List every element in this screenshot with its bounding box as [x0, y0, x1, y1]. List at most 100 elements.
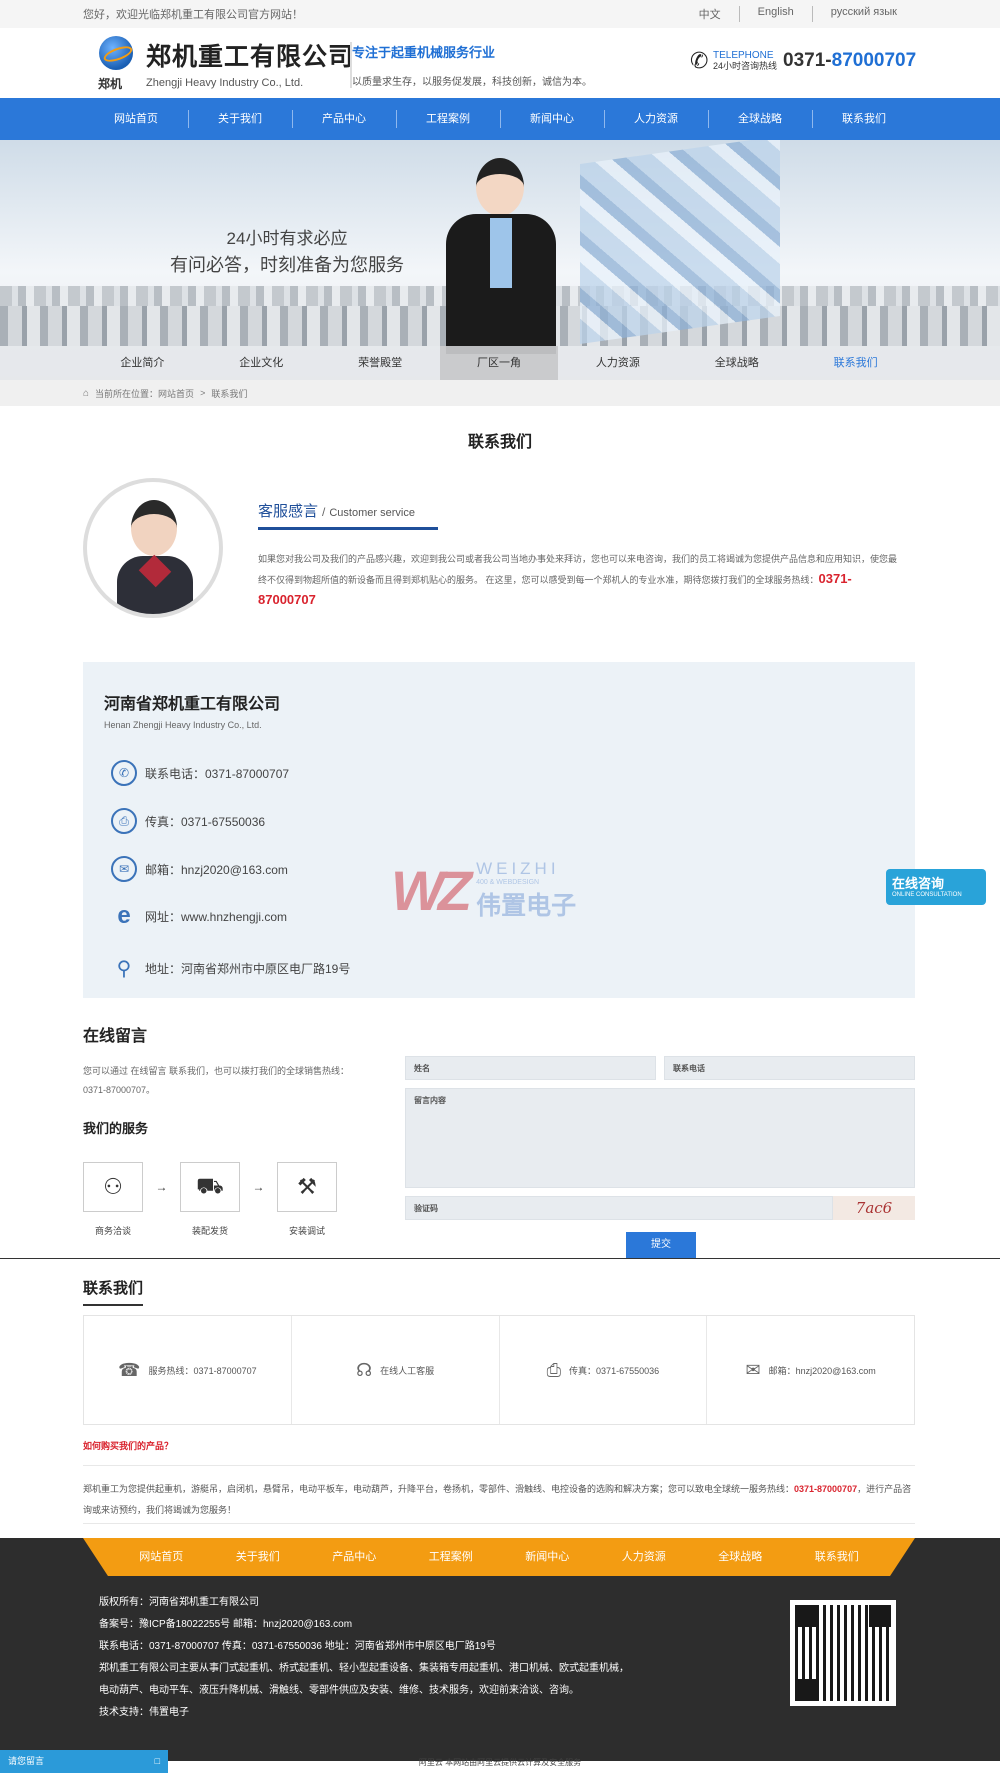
subnav-hr[interactable]: 人力资源 — [558, 346, 677, 380]
contact-card-online-service[interactable]: ☊ 在线人工客服 — [290, 1316, 499, 1424]
chat-minimize-icon[interactable]: □ — [155, 1750, 160, 1773]
subnav-global[interactable]: 全球战略 — [677, 346, 796, 380]
headset-icon: ☊ — [356, 1359, 373, 1380]
nav-about[interactable]: 关于我们 — [188, 98, 292, 140]
people-icon: ⚇ — [83, 1162, 143, 1212]
language-switcher: 中文 English русский язык — [681, 6, 915, 22]
phone-icon: ☎ — [118, 1359, 141, 1380]
company-full-name: 河南省郑机重工有限公司 — [104, 696, 281, 713]
subnav-intro[interactable]: 企业简介 — [83, 346, 202, 380]
hotline-number: 0371-87000707 — [783, 50, 917, 71]
site-header: 郑机 郑机重工有限公司 Zhengji Heavy Industry Co., … — [0, 28, 1000, 98]
footer-nav-about[interactable]: 关于我们 — [210, 1538, 307, 1576]
company-name-en: Zhengji Heavy Industry Co., Ltd. — [146, 77, 304, 89]
captcha-input[interactable]: 验证码 — [405, 1196, 833, 1220]
footer-nav-global[interactable]: 全球战略 — [692, 1538, 789, 1576]
company-contact-box: 河南省郑机重工有限公司 Henan Zhengji Heavy Industry… — [83, 662, 915, 998]
header-hotline: ✆ TELEPHONE 24小时咨询热线 0371-87000707 — [690, 48, 917, 73]
lang-english-link[interactable]: English — [738, 6, 812, 22]
weizhi-watermark: WZ WEIZHI 400 & WEBDESIGN 伟置电子 — [391, 859, 577, 922]
breadcrumb: ⌂ 当前所在位置：网站首页 > 联系我们 — [0, 380, 1000, 406]
submit-button[interactable]: 提交 — [626, 1232, 696, 1258]
nav-hr[interactable]: 人力资源 — [604, 98, 708, 140]
fax-icon: ⎙ — [111, 808, 137, 834]
company-name: 郑机重工有限公司 — [146, 43, 355, 71]
content-textarea[interactable]: 留言内容 — [405, 1088, 915, 1188]
message-intro: 您可以通过 在线留言 联系我们，也可以拨打我们的全球销售热线：0371-8700… — [83, 1066, 350, 1095]
footer-nav-products[interactable]: 产品中心 — [306, 1538, 403, 1576]
subnav-contact[interactable]: 联系我们 — [796, 346, 915, 380]
tech-support[interactable]: 技术支持：伟置电子 — [99, 1702, 629, 1724]
hero-banner: 24小时有求必应 有问必答，时刻准备为您服务 企业简介 企业文化 荣誉殿堂 厂区… — [0, 140, 1000, 380]
contact-email-row: ✉ 邮箱：hnzj2020@163.com — [111, 856, 288, 882]
mail-icon: ✉ — [745, 1359, 761, 1380]
lang-russian-link[interactable]: русский язык — [811, 6, 915, 22]
mail-icon: ✉ — [111, 856, 137, 882]
phone-icon: ✆ — [690, 48, 709, 73]
banner-text: 24小时有求必应 有问必答，时刻准备为您服务 — [170, 229, 404, 275]
ie-icon: e — [117, 902, 131, 929]
online-message-section: 在线留言 您可以通过 在线留言 联系我们，也可以拨打我们的全球销售热线：0371… — [0, 998, 1000, 1258]
breadcrumb-home-link[interactable]: 当前所在位置：网站首页 — [95, 387, 194, 400]
message-form: 姓名 联系电话 留言内容 验证码 7ac6 提交 — [405, 1056, 915, 1258]
products-description: 郑机重工为您提供起重机，游艇吊，启闭机，悬臂吊，电动平板车，电动葫芦，升降平台，… — [83, 1484, 912, 1515]
footer-nav-cases[interactable]: 工程案例 — [403, 1538, 500, 1576]
footer-nav-hr[interactable]: 人力资源 — [596, 1538, 693, 1576]
customer-service-section: 客服感言 / Customer service 如果您对我公司及我们的产品感兴趣… — [0, 452, 1000, 662]
breadcrumb-separator: > — [200, 388, 206, 398]
message-title: 在线留言 — [83, 1028, 148, 1045]
site-logo[interactable]: 郑机 郑机重工有限公司 Zhengji Heavy Industry Co., … — [96, 34, 354, 92]
services-title: 我们的服务 — [83, 1121, 149, 1136]
qr-code — [790, 1600, 896, 1706]
phone-input[interactable]: 联系电话 — [664, 1056, 915, 1080]
service-avatar — [83, 478, 223, 618]
how-to-buy-heading: 如何购买我们的产品？ — [83, 1441, 174, 1451]
company-full-name-en: Henan Zhengji Heavy Industry Co., Ltd. — [104, 720, 262, 730]
service-heading: 客服感言 / Customer service — [258, 500, 438, 530]
contact-section-title: 联系我们 — [83, 1277, 144, 1306]
contact-address-row: ⚲ 地址：河南省郑州市中原区电厂路19号 — [111, 955, 351, 981]
contact-card-hotline[interactable]: ☎ 服务热线：0371-87000707 — [84, 1316, 291, 1424]
contact-card-email[interactable]: ✉ 邮箱：hnzj2020@163.com — [706, 1316, 914, 1424]
slogan: 专注于起重机械服务行业 以质量求生存，以服务促发展，科技创新，诚信为本。 — [350, 42, 592, 88]
lang-chinese-link[interactable]: 中文 — [681, 6, 739, 22]
logo-globe-icon: 郑机 — [96, 34, 136, 92]
leave-message-chat-bar[interactable]: □ 请您留言 — [0, 1750, 168, 1773]
breadcrumb-current: 联系我们 — [211, 388, 248, 399]
page-title: 联系我们 — [467, 434, 532, 451]
phone-icon: ✆ — [111, 760, 137, 786]
footer-nav: 网站首页 关于我们 产品中心 工程案例 新闻中心 人力资源 全球战略 联系我们 — [83, 1538, 915, 1576]
nav-news[interactable]: 新闻中心 — [500, 98, 604, 140]
subnav-honors[interactable]: 荣誉殿堂 — [321, 346, 440, 380]
sub-nav: 企业简介 企业文化 荣誉殿堂 厂区一角 人力资源 全球战略 联系我们 — [0, 346, 1000, 380]
contact-phone-row: ✆ 联系电话：0371-87000707 — [111, 760, 289, 786]
footer-nav-contact[interactable]: 联系我们 — [789, 1538, 886, 1576]
subnav-culture[interactable]: 企业文化 — [202, 346, 321, 380]
contact-us-section: 联系我们 ☎ 服务热线：0371-87000707 ☊ 在线人工客服 ⎙ 传真：037… — [0, 1258, 1000, 1538]
nav-cases[interactable]: 工程案例 — [396, 98, 500, 140]
customer-service-woman-image — [430, 158, 570, 358]
footer-info: 版权所有：河南省郑机重工有限公司 备案号：豫ICP备18022255号 邮箱：h… — [99, 1592, 629, 1724]
online-consultation-button[interactable]: 在线咨询 ONLINE CONSULTATION — [886, 869, 986, 905]
name-input[interactable]: 姓名 — [405, 1056, 656, 1080]
footer-nav-news[interactable]: 新闻中心 — [499, 1538, 596, 1576]
footer-nav-home[interactable]: 网站首页 — [113, 1538, 210, 1576]
top-bar: 您好，欢迎光临郑机重工有限公司官方网站！ 中文 English русский … — [0, 0, 1000, 28]
nav-global[interactable]: 全球战略 — [708, 98, 812, 140]
contact-cards: ☎ 服务热线：0371-87000707 ☊ 在线人工客服 ⎙ 传真：0371-675… — [83, 1315, 915, 1425]
captcha-image[interactable]: 7ac6 — [833, 1196, 915, 1220]
globe-cubes-graphic — [580, 140, 780, 345]
service-description: 如果您对我公司及我们的产品感兴趣，欢迎到我公司或者我公司当地办事处来拜访，您也可… — [258, 554, 898, 607]
truck-icon: ⛟ — [180, 1162, 240, 1212]
contact-website-row: e 网址：www.hnzhengji.com — [111, 902, 287, 929]
home-icon: ⌂ — [83, 387, 90, 399]
location-icon: ⚲ — [116, 957, 132, 980]
contact-fax-row: ⎙ 传真：0371-67550036 — [111, 808, 265, 834]
nav-home[interactable]: 网站首页 — [84, 98, 188, 140]
nav-contact[interactable]: 联系我们 — [812, 98, 916, 140]
nav-products[interactable]: 产品中心 — [292, 98, 396, 140]
welcome-text: 您好，欢迎光临郑机重工有限公司官方网站！ — [83, 9, 303, 21]
printer-icon: ⎙ — [546, 1359, 562, 1380]
contact-card-fax[interactable]: ⎙ 传真：0371-67550036 — [498, 1316, 707, 1424]
subnav-factory[interactable]: 厂区一角 — [439, 346, 559, 380]
